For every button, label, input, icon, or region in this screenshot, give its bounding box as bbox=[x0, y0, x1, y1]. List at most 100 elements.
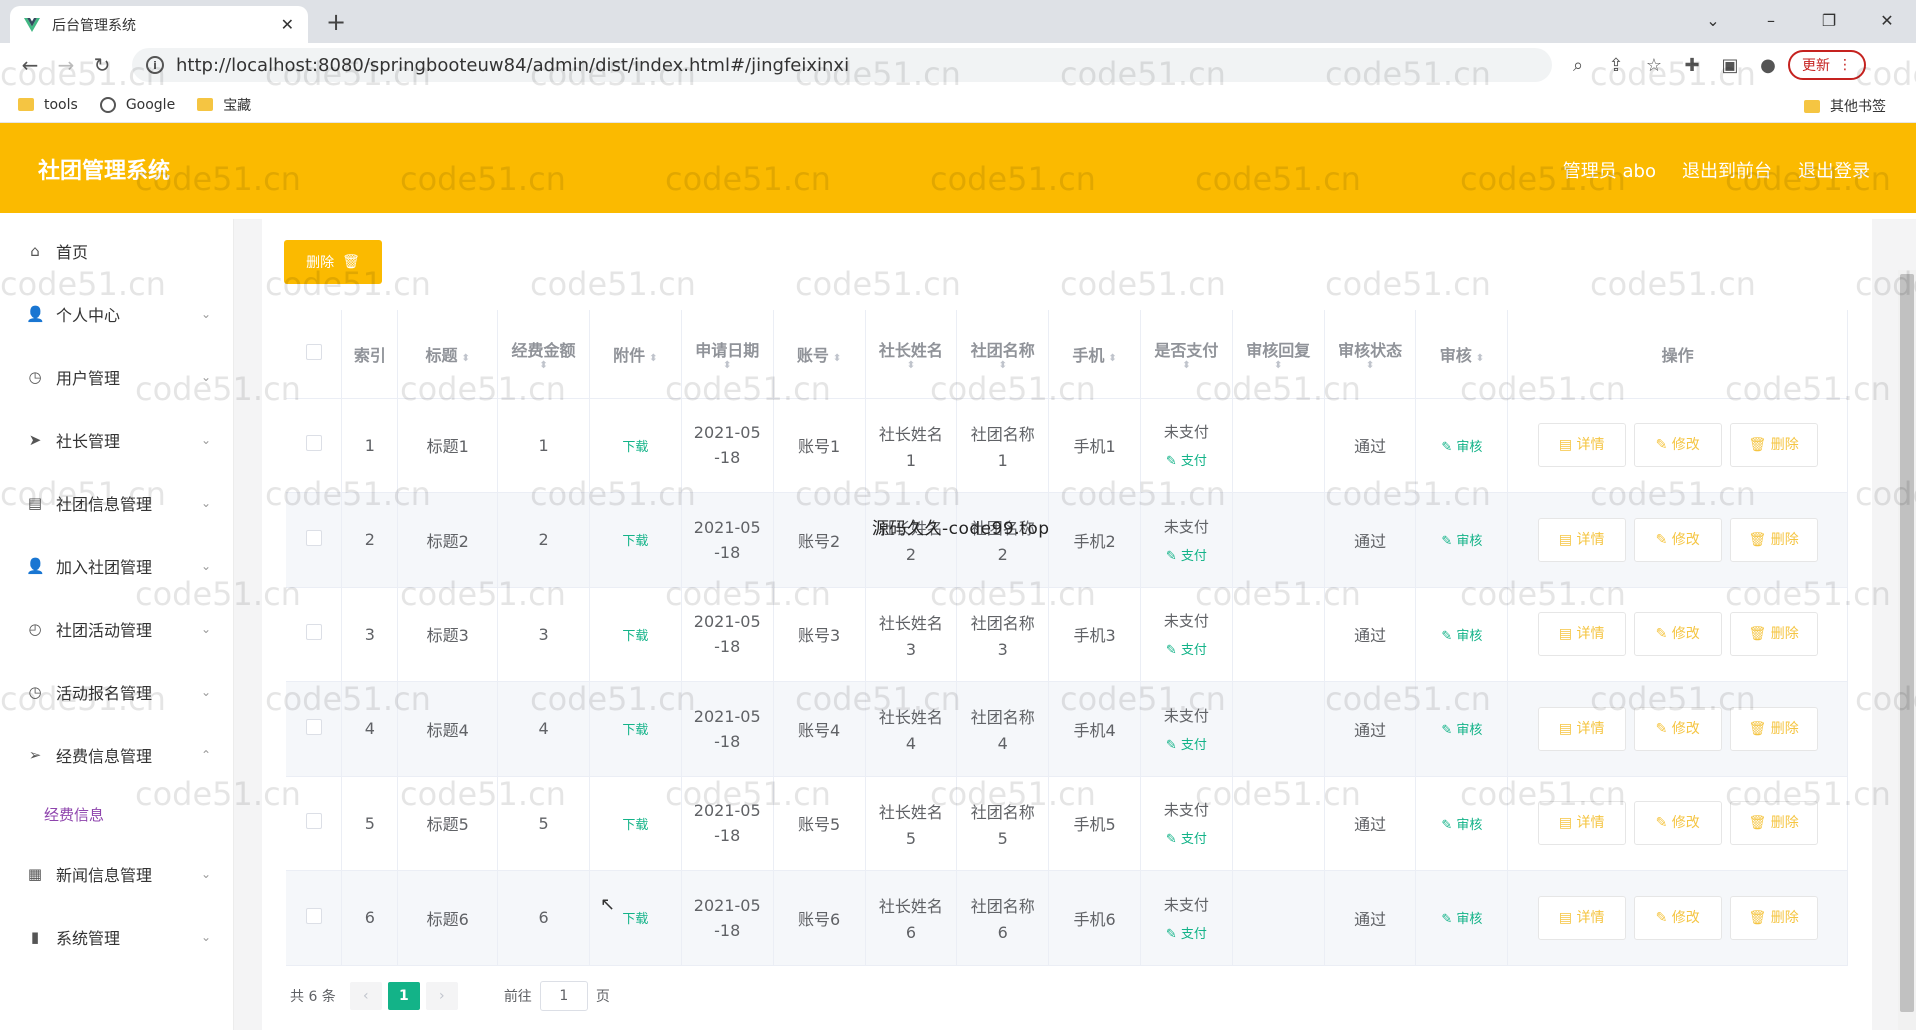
col-account[interactable]: 账号 ⬍ bbox=[773, 310, 866, 399]
update-button[interactable]: 更新 ⋮ bbox=[1788, 50, 1866, 80]
sort-icon[interactable]: ⬍ bbox=[1476, 353, 1484, 364]
row-checkbox[interactable] bbox=[305, 907, 322, 924]
reload-icon[interactable]: ↻ bbox=[84, 53, 120, 77]
review-link[interactable]: ✎ 审核 bbox=[1441, 723, 1482, 738]
edit-button[interactable]: ✎ 修改 bbox=[1633, 612, 1722, 657]
download-link[interactable]: 下载 bbox=[622, 534, 648, 549]
goto-page-input[interactable]: 1 bbox=[539, 981, 588, 1011]
sort-icon[interactable]: ⬍ bbox=[462, 353, 470, 364]
logout-link[interactable]: 退出登录 bbox=[1798, 157, 1870, 183]
admin-user-link[interactable]: 管理员 abo bbox=[1563, 157, 1656, 183]
col-review[interactable]: 审核 ⬍ bbox=[1415, 310, 1509, 399]
sort-icon[interactable]: ⬍ bbox=[833, 353, 841, 364]
detail-button[interactable]: ▤ 详情 bbox=[1537, 706, 1626, 751]
address-bar[interactable]: i http://localhost:8080/springbooteuw84/… bbox=[132, 48, 1552, 82]
share-icon[interactable]: ⇪ bbox=[1604, 55, 1628, 76]
sidebar-item-signups[interactable]: ◷ 活动报名管理 ⌄ bbox=[0, 660, 233, 723]
review-link[interactable]: ✎ 审核 bbox=[1441, 818, 1482, 833]
detail-button[interactable]: ▤ 详情 bbox=[1537, 801, 1626, 846]
sort-icon[interactable]: ⬍ bbox=[1141, 360, 1232, 371]
bookmark-tools[interactable]: tools bbox=[18, 97, 78, 113]
select-all-checkbox[interactable] bbox=[305, 343, 322, 360]
sidebar-item-activities[interactable]: ◴ 社团活动管理 ⌄ bbox=[0, 597, 233, 660]
sort-icon[interactable]: ⬍ bbox=[649, 353, 657, 364]
other-bookmarks[interactable]: 其他书签 bbox=[1804, 96, 1886, 116]
sort-icon[interactable]: ⬍ bbox=[682, 360, 773, 371]
col-attachment[interactable]: 附件 ⬍ bbox=[589, 310, 682, 399]
delete-button[interactable]: 🗑 删除 bbox=[1729, 612, 1818, 657]
row-checkbox[interactable] bbox=[305, 529, 322, 546]
next-page-button[interactable]: › bbox=[425, 982, 458, 1010]
sidebar-subitem-fund-info[interactable]: 经费信息 bbox=[0, 786, 233, 842]
sort-icon[interactable]: ⬍ bbox=[498, 360, 589, 371]
sidebar-item-system[interactable]: ▮ 系统管理 ⌄ bbox=[0, 905, 233, 968]
delete-button[interactable]: 🗑 删除 bbox=[1729, 706, 1818, 751]
zoom-icon[interactable]: ⌕ bbox=[1566, 55, 1590, 76]
profile-icon[interactable]: ● bbox=[1756, 55, 1780, 76]
col-reply[interactable]: 审核回复 ⬍ bbox=[1232, 310, 1325, 399]
col-paid[interactable]: 是否支付 ⬍ bbox=[1140, 310, 1233, 399]
edit-button[interactable]: ✎ 修改 bbox=[1633, 706, 1722, 751]
download-link[interactable]: 下载 bbox=[622, 723, 648, 738]
col-date[interactable]: 申请日期 ⬍ bbox=[681, 310, 774, 399]
col-status[interactable]: 审核状态 ⬍ bbox=[1324, 310, 1417, 399]
download-link[interactable]: 下载 bbox=[622, 818, 648, 833]
row-checkbox[interactable] bbox=[305, 435, 322, 452]
minimize-icon[interactable]: – bbox=[1742, 0, 1800, 40]
back-to-front-link[interactable]: 退出到前台 bbox=[1682, 157, 1772, 183]
pay-link[interactable]: ✎ 支付 bbox=[1141, 450, 1232, 469]
tab-search-icon[interactable]: ⌄ bbox=[1684, 0, 1742, 40]
edit-button[interactable]: ✎ 修改 bbox=[1633, 801, 1722, 846]
sort-icon[interactable]: ⬍ bbox=[957, 360, 1048, 371]
restore-icon[interactable]: ❐ bbox=[1800, 0, 1858, 40]
sort-icon[interactable]: ⬍ bbox=[1233, 360, 1324, 371]
sort-icon[interactable]: ⬍ bbox=[1108, 353, 1116, 364]
scroll-thumb[interactable] bbox=[1900, 274, 1914, 1012]
col-amount[interactable]: 经费金额 ⬍ bbox=[497, 310, 590, 399]
tab-close-icon[interactable]: ✕ bbox=[281, 15, 294, 34]
sidebar-item-funds[interactable]: ➢ 经费信息管理 ⌃ bbox=[0, 723, 233, 786]
review-link[interactable]: ✎ 审核 bbox=[1441, 629, 1482, 644]
detail-button[interactable]: ▤ 详情 bbox=[1537, 895, 1626, 940]
sidebar-item-users[interactable]: ◷ 用户管理 ⌄ bbox=[0, 345, 233, 408]
bookmark-google[interactable]: Google bbox=[99, 96, 175, 113]
sidebar-item-home[interactable]: ⌂ 首页 bbox=[0, 219, 233, 282]
new-tab-icon[interactable]: + bbox=[326, 8, 346, 36]
col-club[interactable]: 社团名称 ⬍ bbox=[956, 310, 1050, 399]
pay-link[interactable]: ✎ 支付 bbox=[1141, 734, 1232, 753]
delete-button[interactable]: 🗑 删除 bbox=[1729, 423, 1818, 468]
page-button-current[interactable]: 1 bbox=[387, 982, 420, 1010]
extensions-icon[interactable]: ✚ bbox=[1680, 55, 1704, 76]
delete-button[interactable]: 🗑 删除 bbox=[1729, 801, 1818, 846]
sidepanel-icon[interactable]: ▣ bbox=[1718, 55, 1742, 76]
edit-button[interactable]: ✎ 修改 bbox=[1633, 895, 1722, 940]
download-link[interactable]: 下载 bbox=[622, 440, 648, 455]
delete-button[interactable]: 🗑 删除 bbox=[1729, 895, 1818, 940]
sort-icon[interactable]: ⬍ bbox=[1325, 360, 1416, 371]
col-title[interactable]: 标题 ⬍ bbox=[397, 310, 499, 399]
col-phone[interactable]: 手机 ⬍ bbox=[1048, 310, 1141, 399]
delete-button[interactable]: 🗑 删除 bbox=[1729, 517, 1818, 562]
sidebar-item-news[interactable]: ▦ 新闻信息管理 ⌄ bbox=[0, 842, 233, 905]
detail-button[interactable]: ▤ 详情 bbox=[1537, 517, 1626, 562]
detail-button[interactable]: ▤ 详情 bbox=[1537, 423, 1626, 468]
sort-icon[interactable]: ⬍ bbox=[866, 360, 957, 371]
sidebar-item-personal[interactable]: 👤 个人中心 ⌄ bbox=[0, 282, 233, 345]
sidebar-item-leaders[interactable]: ➤ 社长管理 ⌄ bbox=[0, 408, 233, 471]
row-checkbox[interactable] bbox=[305, 718, 322, 735]
star-icon[interactable]: ☆ bbox=[1642, 55, 1666, 76]
edit-button[interactable]: ✎ 修改 bbox=[1633, 423, 1722, 468]
info-icon[interactable]: i bbox=[146, 56, 164, 74]
prev-page-button[interactable]: ‹ bbox=[349, 982, 382, 1010]
review-link[interactable]: ✎ 审核 bbox=[1441, 534, 1482, 549]
batch-delete-button[interactable]: 删除 🗑 bbox=[284, 240, 382, 284]
edit-button[interactable]: ✎ 修改 bbox=[1633, 517, 1722, 562]
col-leader[interactable]: 社长姓名 ⬍ bbox=[865, 310, 958, 399]
download-link[interactable]: 下载 bbox=[622, 629, 648, 644]
back-icon[interactable]: ← bbox=[12, 53, 48, 77]
download-link[interactable]: 下载 bbox=[622, 912, 648, 927]
row-checkbox[interactable] bbox=[305, 624, 322, 641]
pay-link[interactable]: ✎ 支付 bbox=[1141, 639, 1232, 658]
pay-link[interactable]: ✎ 支付 bbox=[1141, 923, 1232, 942]
close-window-icon[interactable]: ✕ bbox=[1858, 0, 1916, 40]
